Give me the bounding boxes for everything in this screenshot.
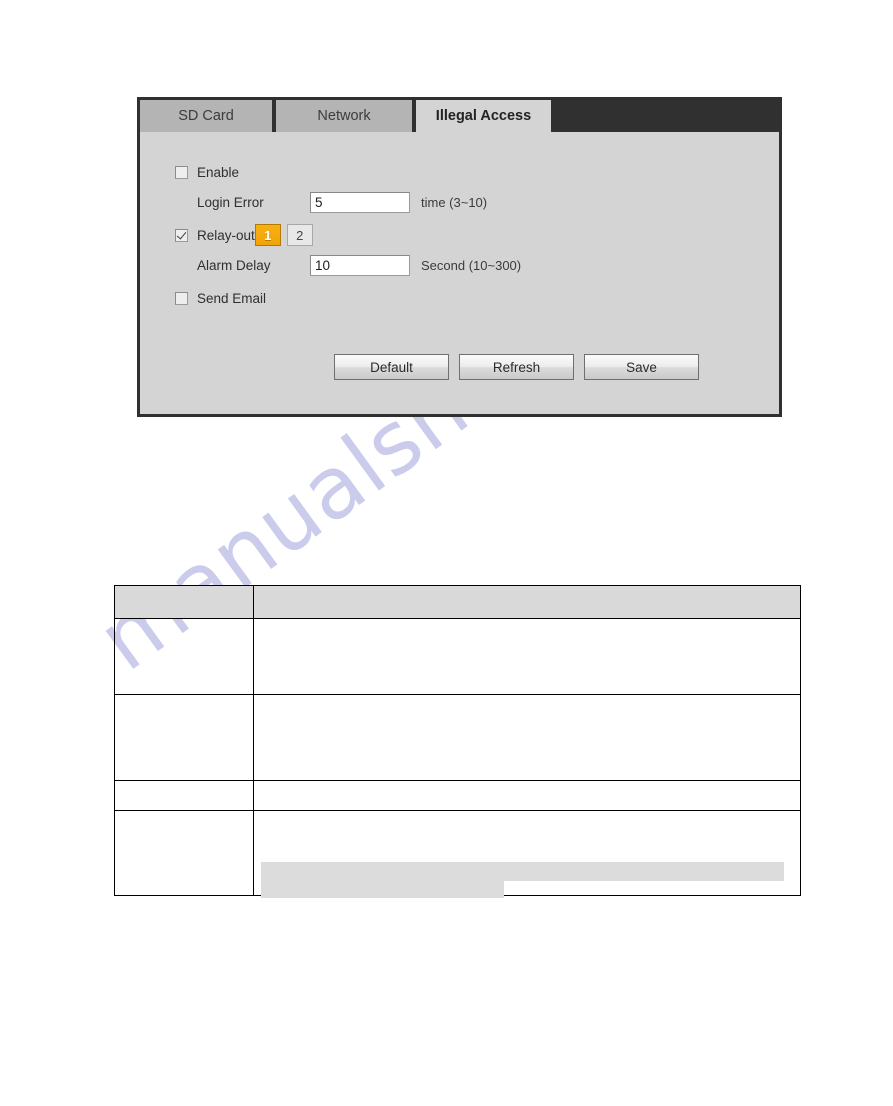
alarm-delay-input[interactable]	[310, 254, 410, 276]
illegal-access-settings-panel: SD Card Network Illegal Access Enable Lo…	[137, 97, 782, 417]
tab-network-label: Network	[317, 108, 371, 124]
tab-bar-filler	[551, 100, 779, 132]
table-row	[114, 780, 801, 811]
panel-body: Enable Login Error time (3~10) Relay-out…	[140, 132, 779, 414]
enable-row: Enable	[175, 161, 357, 183]
login-error-label: Login Error	[197, 194, 264, 210]
table-cell-parameter	[114, 810, 254, 896]
relay-out-option-2[interactable]: 2	[286, 224, 313, 246]
tab-network[interactable]: Network	[276, 100, 416, 132]
login-error-row: Login Error time (3~10)	[175, 191, 487, 213]
table-row	[114, 694, 801, 781]
relay-out-options: 1 2	[254, 224, 313, 246]
table-header-parameter	[114, 585, 254, 619]
enable-checkbox[interactable]	[175, 165, 188, 179]
relay-out-label: Relay-out	[197, 227, 255, 243]
table-cell-parameter	[114, 780, 254, 811]
default-button[interactable]: Default	[334, 354, 449, 380]
relay-out-option-1[interactable]: 1	[254, 224, 281, 246]
tab-sd-card-label: SD Card	[178, 108, 234, 124]
redacted-block-lower	[261, 881, 504, 898]
login-error-unit: time (3~10)	[421, 194, 488, 210]
tab-illegal-access[interactable]: Illegal Access	[416, 100, 551, 132]
table-header-description	[253, 585, 801, 619]
table-header-row	[114, 585, 801, 619]
table-cell-parameter	[114, 618, 254, 695]
relay-out-checkbox[interactable]	[175, 228, 188, 242]
tab-illegal-access-label: Illegal Access	[435, 108, 532, 124]
relay-out-row: Relay-out 1 2	[175, 224, 313, 246]
alarm-delay-unit: Second (10~300)	[421, 257, 522, 273]
tab-bar: SD Card Network Illegal Access	[140, 100, 779, 132]
action-button-row: Default Refresh Save	[334, 354, 699, 380]
enable-label: Enable	[197, 164, 240, 180]
login-error-input[interactable]	[310, 191, 410, 213]
refresh-button[interactable]: Refresh	[459, 354, 574, 380]
tab-sd-card[interactable]: SD Card	[140, 100, 276, 132]
table-cell-description	[253, 780, 801, 811]
alarm-delay-row: Alarm Delay Second (10~300)	[175, 254, 521, 276]
table-row	[114, 810, 801, 898]
send-email-checkbox[interactable]	[175, 291, 188, 305]
redacted-block-upper	[261, 862, 784, 881]
table-row	[114, 618, 801, 695]
table-cell-description	[253, 694, 801, 781]
save-button[interactable]: Save	[584, 354, 699, 380]
table-cell-description	[253, 810, 801, 898]
send-email-label: Send Email	[197, 290, 267, 306]
alarm-delay-label: Alarm Delay	[197, 257, 271, 273]
send-email-row: Send Email	[175, 287, 357, 309]
table-cell-parameter	[114, 694, 254, 781]
parameter-description-table	[114, 585, 801, 898]
table-cell-description	[253, 618, 801, 695]
